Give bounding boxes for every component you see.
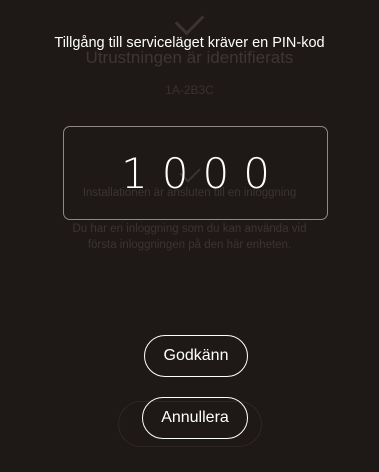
check-icon xyxy=(174,5,205,36)
background-text-line: första inloggningen på den här enheten. xyxy=(87,239,292,251)
pin-value: 1000 xyxy=(121,148,284,198)
cancel-button[interactable]: Annullera xyxy=(142,397,248,439)
background-code: 1A-2B3C xyxy=(165,83,214,97)
pin-input[interactable]: 1000 xyxy=(63,126,328,220)
service-mode-pin-screen: Utrustningen är identifierats 1A-2B3C In… xyxy=(0,0,379,472)
background-text-line: Du har en inloggning som du kan använda … xyxy=(72,223,307,235)
pin-prompt: Tillgång till serviceläget kräver en PIN… xyxy=(54,35,325,51)
accept-button[interactable]: Godkänn xyxy=(144,335,248,377)
